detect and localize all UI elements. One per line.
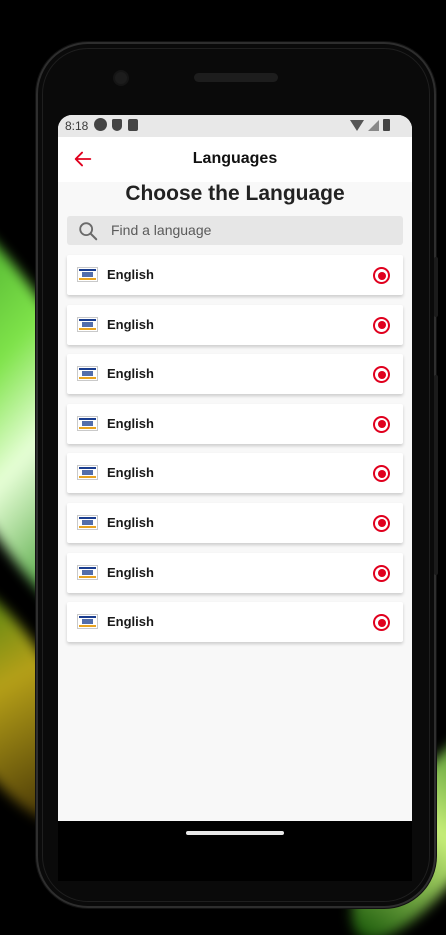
page-title: Languages: [192, 150, 278, 167]
visa-card-icon: [77, 267, 98, 282]
shield-icon: [112, 119, 122, 131]
app-bar: Languages: [58, 137, 412, 182]
language-label: English: [107, 514, 154, 530]
language-label: English: [107, 614, 154, 630]
earpiece-speaker: [194, 73, 278, 82]
visa-card-icon: [77, 514, 98, 530]
radio-selected-icon[interactable]: [373, 366, 390, 384]
language-label: English: [107, 366, 154, 382]
radio-selected-icon[interactable]: [373, 267, 390, 284]
radio-dot: [377, 321, 386, 330]
radio-dot: [377, 569, 386, 578]
language-list: English English English English English Engli…: [67, 255, 403, 652]
language-item[interactable]: English: [67, 502, 403, 543]
language-item[interactable]: English: [67, 403, 403, 444]
volume-button: [434, 257, 438, 317]
radio-selected-icon[interactable]: [373, 614, 390, 632]
navigation-bar: [58, 821, 412, 881]
search-bar[interactable]: [67, 216, 403, 245]
search-icon[interactable]: [77, 220, 99, 242]
language-item[interactable]: English: [67, 552, 403, 593]
section-heading: Choose the Language: [125, 182, 345, 205]
radio-dot: [377, 618, 386, 627]
home-indicator[interactable]: [186, 831, 284, 835]
language-label: English: [107, 415, 154, 431]
radio-dot: [377, 469, 386, 478]
language-item[interactable]: English: [67, 255, 403, 295]
radio-dot: [377, 370, 386, 379]
radio-selected-icon[interactable]: [373, 564, 390, 582]
visa-card-icon: [77, 564, 98, 580]
radio-selected-icon[interactable]: [373, 514, 390, 532]
radio-selected-icon[interactable]: [373, 415, 390, 433]
radio-dot: [377, 420, 386, 429]
language-item[interactable]: English: [67, 354, 403, 395]
sd-card-icon: [128, 119, 138, 131]
language-label: English: [107, 564, 154, 580]
status-bar: 8:18: [58, 115, 412, 137]
visa-card-icon: [77, 465, 98, 481]
visa-card-icon: [77, 415, 98, 431]
visa-card-icon: [77, 316, 98, 332]
radio-selected-icon[interactable]: [373, 465, 390, 483]
visa-card-icon: [77, 614, 98, 630]
power-button: [434, 375, 438, 575]
radio-dot: [377, 271, 386, 280]
front-camera: [115, 72, 127, 84]
visa-card-icon: [77, 366, 98, 382]
language-label: English: [107, 267, 154, 282]
language-label: English: [107, 465, 154, 481]
gear-icon: [95, 119, 106, 130]
language-item[interactable]: English: [67, 304, 403, 345]
battery-icon: [383, 119, 390, 131]
search-input[interactable]: [111, 220, 391, 240]
signal-icon: [368, 120, 379, 131]
radio-selected-icon[interactable]: [373, 316, 390, 334]
notification-icons: [95, 119, 138, 131]
status-time: 8:18: [65, 119, 89, 133]
language-item[interactable]: English: [67, 453, 403, 494]
radio-dot: [377, 519, 386, 528]
language-item[interactable]: English: [67, 602, 403, 643]
wifi-icon: [350, 120, 364, 131]
app-screen: 8:18 Languages Choose the Language Engli…: [58, 115, 412, 821]
system-icons: [350, 119, 390, 131]
language-label: English: [107, 316, 154, 332]
